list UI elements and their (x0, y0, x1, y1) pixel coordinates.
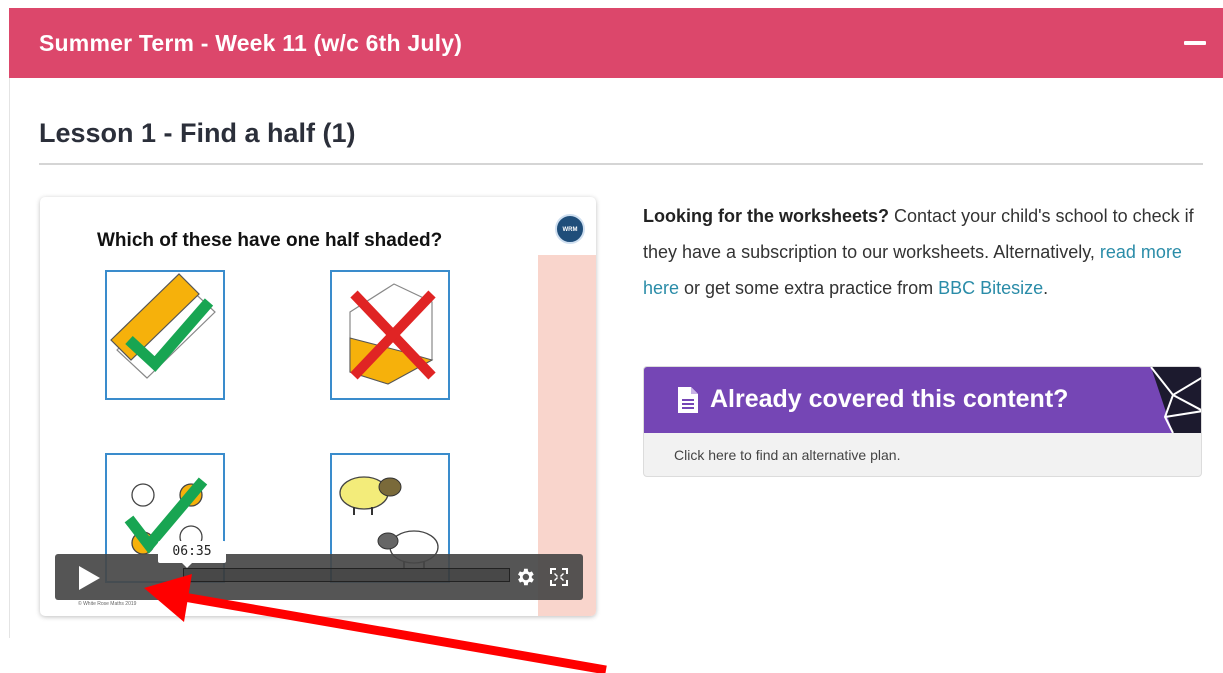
alt-plan-banner: Already covered this content? (644, 367, 1201, 433)
info-lead: Looking for the worksheets? (643, 206, 890, 226)
shape-rectangle-tick (105, 270, 225, 400)
divider (39, 163, 1203, 165)
gear-icon (518, 568, 534, 586)
collapse-button[interactable] (1167, 8, 1223, 78)
info-text-2: or get some extra practice from (679, 278, 939, 298)
play-icon (79, 566, 100, 590)
svg-text:WRM: WRM (563, 227, 578, 233)
worksheets-info: Looking for the worksheets? Contact your… (643, 198, 1203, 306)
minus-icon (1184, 41, 1206, 45)
panel-title: Summer Term - Week 11 (w/c 6th July) (39, 29, 463, 56)
time-tooltip: 06:35 (158, 541, 226, 568)
fullscreen-icon (550, 568, 568, 586)
play-button[interactable] (55, 554, 113, 600)
settings-button[interactable] (514, 566, 536, 588)
video-player[interactable]: Which of these have one half shaded? WRM (40, 197, 596, 616)
alt-plan-subtitle: Click here to find an alternative plan. (674, 447, 901, 463)
slide-question: Which of these have one half shaded? (97, 230, 443, 251)
shape-polygon-cross (330, 270, 450, 400)
progress-bar[interactable] (183, 568, 510, 582)
lesson-title: Lesson 1 - Find a half (1) (39, 118, 356, 148)
decorative-shapes (1150, 367, 1201, 433)
video-controls: 06:35 (55, 541, 583, 600)
info-text-3: . (1043, 278, 1049, 298)
fullscreen-button[interactable] (549, 567, 569, 587)
document-icon (678, 387, 698, 413)
alt-plan-title: Already covered this content? (710, 385, 1069, 413)
slide-copyright: © White Rose Maths 2019 (78, 601, 137, 607)
white-rose-logo: WRM (555, 214, 585, 244)
alternative-plan-card[interactable]: Already covered this content? Click here… (643, 366, 1202, 477)
bbc-bitesize-link[interactable]: BBC Bitesize (938, 278, 1043, 298)
panel-header[interactable]: Summer Term - Week 11 (w/c 6th July) (9, 8, 1223, 78)
